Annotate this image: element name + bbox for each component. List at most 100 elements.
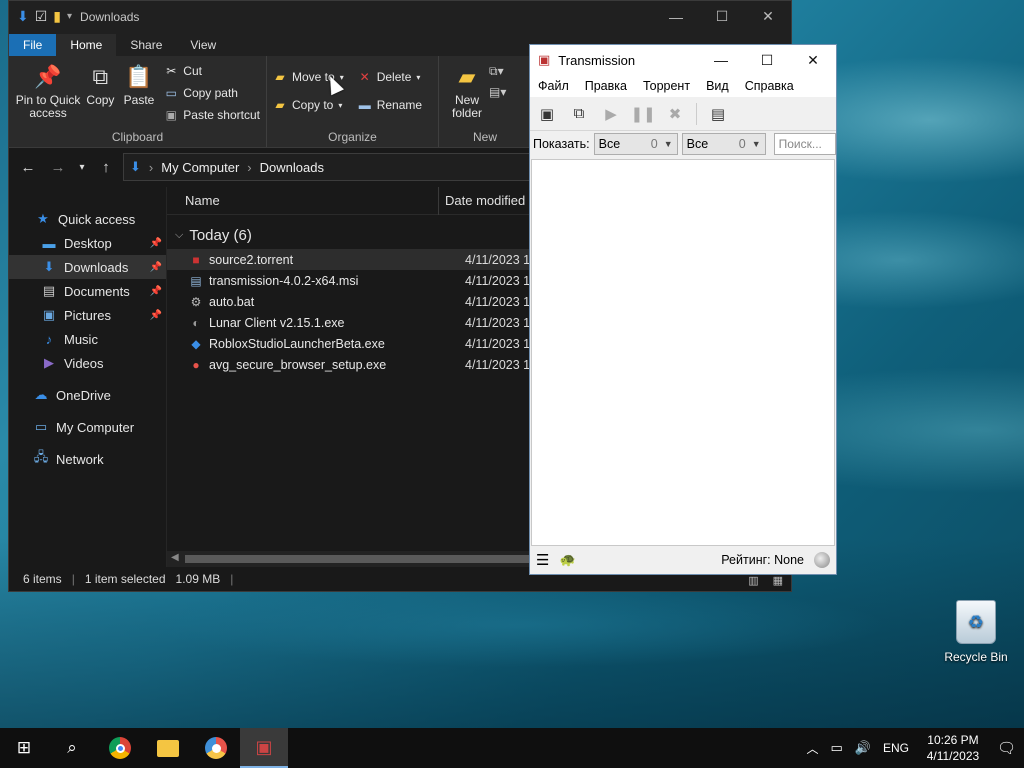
forward-button[interactable]: → (45, 159, 71, 176)
nav-videos[interactable]: ▶ Videos (9, 351, 166, 375)
nav-quick-access[interactable]: ★ Quick access (9, 207, 166, 231)
cloud-icon: ☁ (34, 387, 48, 402)
explorer-title-bar[interactable]: ⬇ ☑ ▮ ▾ Downloads — ☐ ✕ (9, 1, 791, 32)
taskbar: ⊞ ⌕ ▣ ︿ ▭ 🔊 ENG 10:26 PM 4/11/2023 🗨 (0, 728, 1024, 768)
copy-to-label: Copy to (292, 98, 334, 112)
taskbar-file-explorer[interactable] (144, 728, 192, 768)
nav-desktop-label: Desktop (64, 235, 112, 251)
status-size: 1.09 MB (175, 572, 221, 586)
ratio-label[interactable]: Рейтинг: None (721, 553, 804, 567)
tab-view[interactable]: View (176, 34, 230, 56)
nav-downloads[interactable]: ⬇ Downloads 📌 (9, 255, 166, 279)
menu-edit[interactable]: Правка (585, 79, 627, 93)
clock[interactable]: 10:26 PM 4/11/2023 (921, 732, 985, 764)
taskbar-chrome[interactable] (96, 728, 144, 768)
nav-pictures[interactable]: ▣ Pictures 📌 (9, 303, 166, 327)
menu-file[interactable]: Файл (538, 79, 569, 93)
show-hidden-icons-icon[interactable]: ︿ (806, 740, 818, 757)
delete-button[interactable]: ✕ Delete ▾ (358, 68, 422, 86)
scrollbar-thumb[interactable] (185, 555, 535, 563)
paste-shortcut-button[interactable]: ▣ Paste shortcut (164, 106, 260, 124)
turtle-icon[interactable]: 🐢 (559, 552, 575, 568)
nav-videos-label: Videos (64, 355, 104, 371)
search-button[interactable]: ⌕ (48, 728, 96, 768)
menu-view[interactable]: Вид (706, 79, 729, 93)
paste-shortcut-label: Paste shortcut (183, 108, 260, 122)
close-button[interactable]: ✕ (790, 45, 836, 75)
menu-icon[interactable]: ☰ (536, 551, 549, 569)
scroll-left-icon[interactable]: ◀ (171, 552, 179, 563)
remove-icon[interactable]: ✖ (664, 103, 686, 125)
minimize-button[interactable]: — (653, 1, 699, 32)
minimize-button[interactable]: — (698, 45, 744, 75)
close-button[interactable]: ✕ (745, 1, 791, 32)
open-url-icon[interactable]: ⧉ (568, 103, 590, 125)
folder-icon: ▰ (458, 63, 476, 89)
paste-label: Paste (123, 93, 155, 107)
address-bar[interactable]: ⬇ › My Computer › Downloads ▾ (123, 153, 541, 181)
nav-onedrive[interactable]: ☁ OneDrive (9, 383, 166, 407)
pin-icon: 📌 (149, 309, 162, 321)
tracker-filter-select[interactable]: Все 0 ▼ (681, 133, 766, 155)
recycle-bin-desktop-icon[interactable]: ♻ Recycle Bin (940, 600, 1012, 664)
nav-network[interactable]: 🖧 Network (9, 447, 166, 471)
column-name[interactable]: Name (167, 186, 439, 215)
details-view-icon[interactable]: ▥ (748, 574, 758, 587)
up-button[interactable]: ↑ (93, 159, 119, 176)
file-name: RobloxStudioLauncherBeta.exe (209, 336, 385, 351)
nav-documents-label: Documents (64, 283, 130, 299)
nav-music[interactable]: ♪ Music (9, 327, 166, 351)
menu-help[interactable]: Справка (745, 79, 794, 93)
pictures-icon: ▣ (42, 307, 56, 322)
tab-home[interactable]: Home (56, 34, 117, 56)
nav-desktop[interactable]: ▬ Desktop 📌 (9, 231, 166, 255)
qat-dropdown-icon[interactable]: ▾ (67, 11, 72, 22)
transmission-window[interactable]: ▣ Transmission — ☐ ✕ Файл Правка Торрент… (529, 44, 837, 575)
pause-icon[interactable]: ❚❚ (630, 103, 655, 125)
new-group: ▰ New folder ⧉▾ ▤▾ New (439, 56, 531, 147)
taskbar-transmission[interactable]: ▣ (240, 728, 288, 768)
copy-to-button[interactable]: ▰ Copy to ▾ (273, 96, 344, 114)
nav-documents[interactable]: ▤ Documents 📌 (9, 279, 166, 303)
column-date-modified[interactable]: Date modified (439, 193, 525, 208)
tab-file[interactable]: File (9, 34, 57, 56)
chevron-down-icon: ▼ (663, 139, 673, 149)
clipboard-group-label: Clipboard (111, 130, 164, 144)
transmission-status-bar: ☰ 🐢 Рейтинг: None (530, 546, 836, 574)
maximize-button[interactable]: ☐ (744, 45, 790, 75)
new-folder-qat-icon[interactable]: ▮ (53, 8, 61, 25)
maximize-button[interactable]: ☐ (699, 1, 745, 32)
tab-share[interactable]: Share (116, 34, 176, 56)
cut-button[interactable]: ✂ Cut (164, 62, 260, 80)
nav-my-computer[interactable]: ▭ My Computer (9, 415, 166, 439)
copy-path-button[interactable]: ▭ Copy path (164, 84, 260, 102)
network-tray-icon[interactable]: ▭ (830, 740, 842, 756)
chevron-right-icon: › (148, 159, 154, 175)
chevron-right-icon: › (247, 159, 252, 175)
rename-button[interactable]: ▬ Rename (358, 96, 422, 114)
volume-icon[interactable]: 🔊 (855, 740, 871, 756)
easy-access-icon[interactable]: ▤▾ (489, 85, 506, 99)
new-item-icon[interactable]: ⧉▾ (489, 64, 506, 79)
transmission-title-bar[interactable]: ▣ Transmission — ☐ ✕ (530, 45, 836, 75)
open-torrent-icon[interactable]: ▣ (536, 103, 558, 125)
properties-icon[interactable]: ☑ (35, 8, 48, 25)
breadcrumb-my-computer[interactable]: My Computer (161, 160, 239, 175)
large-icons-view-icon[interactable]: ▦ (773, 574, 783, 587)
back-button[interactable]: ← (15, 159, 41, 176)
start-icon[interactable]: ▶ (600, 103, 622, 125)
search-input[interactable]: Поиск... (773, 133, 836, 155)
status-filter-select[interactable]: Все 0 ▼ (593, 133, 678, 155)
menu-torrent[interactable]: Торрент (643, 79, 690, 93)
torrent-list[interactable] (531, 159, 835, 546)
taskbar-avg-browser[interactable] (192, 728, 240, 768)
notification-icon[interactable]: 🗨 (997, 739, 1016, 757)
breadcrumb-downloads[interactable]: Downloads (260, 160, 324, 175)
organize-group-label: Organize (328, 130, 377, 144)
avg-browser-icon (205, 737, 227, 759)
properties-icon[interactable]: ▤ (707, 103, 729, 125)
language-indicator[interactable]: ENG (883, 741, 909, 755)
start-button[interactable]: ⊞ (0, 728, 48, 768)
recent-locations-chevron-icon[interactable]: ▾ (75, 162, 89, 173)
